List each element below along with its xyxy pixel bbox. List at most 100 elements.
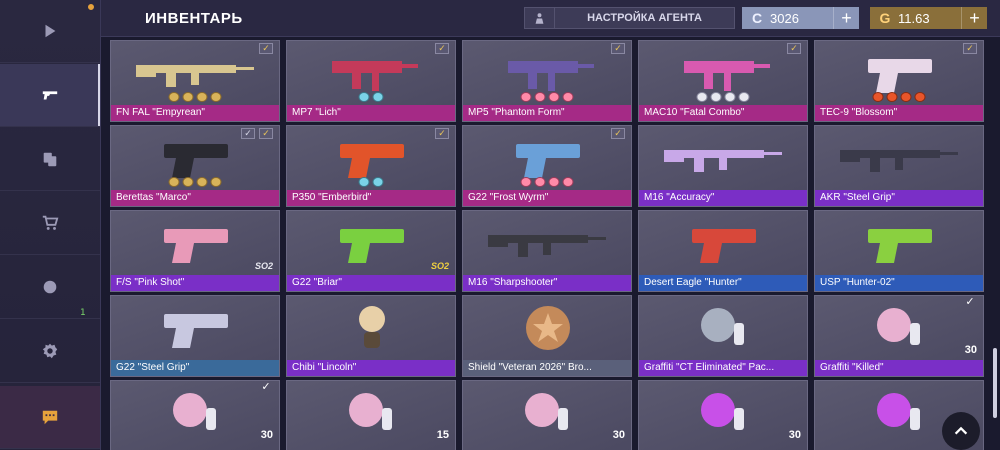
- agent-settings-label: НАСТРОЙКА АГЕНТА: [587, 12, 702, 24]
- add-silver-button[interactable]: +: [833, 7, 859, 29]
- inventory-card[interactable]: ✓ G22 "Frost Wyrm": [462, 125, 632, 207]
- item-image: [111, 296, 281, 360]
- inventory-card[interactable]: Chibi "Lincoln": [286, 295, 456, 377]
- gold-currency: G 11.63 +: [870, 7, 987, 29]
- sticker-icon: [696, 92, 708, 102]
- inventory-card[interactable]: M16 "Sharpshooter": [462, 210, 632, 292]
- inventory-card[interactable]: ✓ MP5 "Phantom Form": [462, 40, 632, 122]
- inventory-card[interactable]: AKR "Steel Grip": [814, 125, 984, 207]
- sticker-icon: [872, 92, 884, 102]
- agent-settings-button[interactable]: НАСТРОЙКА АГЕНТА: [524, 7, 735, 29]
- sticker-icon: [900, 92, 912, 102]
- sidebar-item-inventory[interactable]: [0, 64, 100, 127]
- equipped-check-icon: ✓: [611, 43, 625, 54]
- sidebar-item-play[interactable]: [0, 0, 100, 63]
- inventory-card[interactable]: ✓ FN FAL "Empyrean": [110, 40, 280, 122]
- sticker-icon: [914, 92, 926, 102]
- sticker-icon: [182, 92, 194, 102]
- inventory-card[interactable]: ✓ 30 Graffiti "Killed": [814, 295, 984, 377]
- gear-icon: [42, 343, 58, 359]
- inventory-card[interactable]: Graffiti "CT Eliminated" Pac...: [638, 295, 808, 377]
- sidebar-item-collections[interactable]: [0, 128, 100, 191]
- sticker-row: [168, 92, 222, 102]
- sticker-icon: [168, 177, 180, 187]
- inventory-card[interactable]: ✓ TEC-9 "Blossom": [814, 40, 984, 122]
- item-name: G22 "Briar": [287, 275, 455, 291]
- item-image: [815, 211, 985, 275]
- sticker-icon: [520, 92, 532, 102]
- item-image: [639, 296, 809, 360]
- scroll-up-button[interactable]: [942, 412, 980, 450]
- item-name: G22 "Steel Grip": [111, 360, 279, 376]
- equipped-check-icon: ✓: [259, 128, 273, 139]
- item-name: F/S "Pink Shot": [111, 275, 279, 291]
- add-gold-button[interactable]: +: [961, 7, 987, 29]
- inventory-card[interactable]: SO2 F/S "Pink Shot": [110, 210, 280, 292]
- inventory-card[interactable]: SO2 G22 "Briar": [286, 210, 456, 292]
- inventory-card[interactable]: G22 "Steel Grip": [110, 295, 280, 377]
- sticker-icon: [534, 92, 546, 102]
- sticker-icon: [724, 92, 736, 102]
- equipped-check-icon: ✓: [261, 381, 271, 393]
- sticker-icon: [210, 177, 222, 187]
- item-name: G22 "Frost Wyrm": [463, 190, 631, 206]
- item-count: 30: [612, 429, 625, 441]
- sticker-icon: [548, 92, 560, 102]
- chat-icon: [42, 410, 58, 425]
- page-title: ИНВЕНТАРЬ: [145, 10, 243, 27]
- sticker-icon: [886, 92, 898, 102]
- item-count: 30: [260, 429, 273, 441]
- gold-coin-icon: G: [879, 10, 891, 26]
- sticker-icon: [168, 92, 180, 102]
- sticker-icon: [196, 92, 208, 102]
- silver-coin-icon: C: [751, 10, 763, 26]
- item-name: Graffiti "CT Eliminated" Pac...: [639, 360, 807, 376]
- inventory-card[interactable]: USP "Hunter-02": [814, 210, 984, 292]
- item-image: [111, 381, 281, 445]
- inventory-card[interactable]: 30: [462, 380, 632, 450]
- scrollbar[interactable]: [993, 348, 997, 418]
- item-image: [463, 381, 633, 445]
- inventory-card[interactable]: ✓ MAC10 "Fatal Combo": [638, 40, 808, 122]
- item-name: Shield "Veteran 2026" Bro...: [463, 360, 631, 376]
- item-name: FN FAL "Empyrean": [111, 105, 279, 121]
- item-name: MP5 "Phantom Form": [463, 105, 631, 121]
- inventory-card[interactable]: Shield "Veteran 2026" Bro...: [462, 295, 632, 377]
- sticker-icon: [520, 177, 532, 187]
- item-image: [287, 296, 457, 360]
- sticker-row: [358, 177, 384, 187]
- silver-currency: C 3026 +: [742, 7, 859, 29]
- inventory-card[interactable]: ✓ P350 "Emberbird": [286, 125, 456, 207]
- item-image: [639, 126, 809, 190]
- sticker-icon: [372, 92, 384, 102]
- gold-amount: 11.63: [898, 10, 930, 26]
- inventory-card[interactable]: ✓ ✓ Berettas "Marco": [110, 125, 280, 207]
- play-icon: [45, 24, 56, 38]
- sidebar-badge: 1: [80, 308, 86, 318]
- item-name: M16 "Accuracy": [639, 190, 807, 206]
- sticker-icon: [210, 92, 222, 102]
- item-image: [815, 296, 985, 360]
- sidebar-item-shop[interactable]: [0, 192, 100, 255]
- sidebar-item-settings[interactable]: [0, 320, 100, 383]
- sticker-icon: [358, 92, 370, 102]
- sticker-icon: [738, 92, 750, 102]
- item-name: Chibi "Lincoln": [287, 360, 455, 376]
- item-count: 15: [436, 429, 449, 441]
- sidebar-item-chat[interactable]: [0, 386, 100, 449]
- inventory-card[interactable]: 30: [638, 380, 808, 450]
- inventory-card[interactable]: 15: [286, 380, 456, 450]
- inventory-card[interactable]: M16 "Accuracy": [638, 125, 808, 207]
- inventory-card[interactable]: ✓ 30: [110, 380, 280, 450]
- inventory-card[interactable]: Desert Eagle "Hunter": [638, 210, 808, 292]
- cart-icon: [42, 215, 59, 230]
- sticker-icon: [534, 177, 546, 187]
- sticker-row: [168, 177, 222, 187]
- sidebar: 1: [0, 0, 101, 450]
- equipped-check-icon: ✓: [259, 43, 273, 54]
- chevron-up-icon: [954, 426, 968, 435]
- item-name: USP "Hunter-02": [815, 275, 983, 291]
- inventory-card[interactable]: ✓ MP7 "Lich": [286, 40, 456, 122]
- item-image: [815, 126, 985, 190]
- sticker-icon: [562, 177, 574, 187]
